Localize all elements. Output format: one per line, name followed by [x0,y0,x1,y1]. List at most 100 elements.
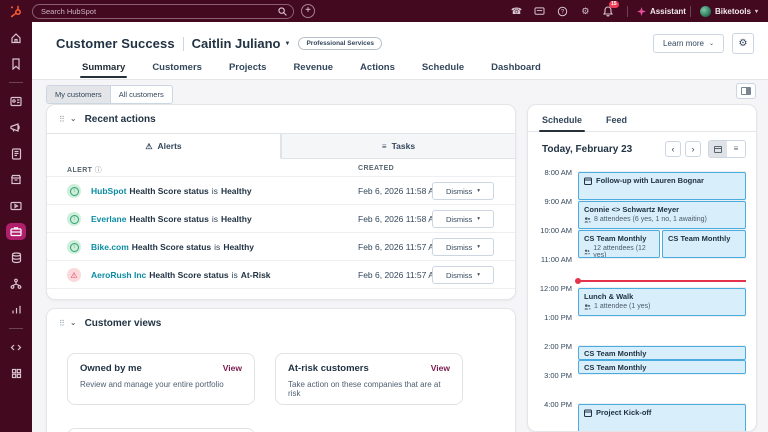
calendar-event[interactable]: Connie <> Schwartz Meyer 8 attendees (6 … [578,201,746,229]
info-icon[interactable]: ⓘ [95,167,102,174]
tab-schedule-panel[interactable]: Schedule [542,115,582,131]
previous-day-button[interactable]: ‹ [665,141,681,157]
calendar-event[interactable]: Lunch & Walk 1 attendee (1 yes) [578,288,746,316]
calendar-view-button[interactable] [709,141,727,157]
global-search[interactable] [32,4,294,19]
dismiss-button[interactable]: Dismiss▾ [432,210,494,228]
dismiss-button[interactable]: Dismiss▾ [432,182,494,200]
create-new-button[interactable]: + [301,4,315,18]
tab-actions[interactable]: Actions [360,62,395,78]
list-view-button[interactable]: ≡ [727,141,745,157]
sparkle-icon [637,7,646,16]
caret-down-icon: ▾ [477,216,480,222]
tab-feed[interactable]: Feed [606,115,627,131]
all-customers-toggle[interactable]: All customers [111,85,173,104]
next-day-button[interactable]: › [685,141,701,157]
sidebar-item-customer-success[interactable] [6,223,26,240]
tab-projects[interactable]: Projects [229,62,267,78]
drag-handle-icon[interactable]: ⠿ [59,319,64,328]
learn-more-button[interactable]: Learn more ⌄ [653,34,724,53]
tab-dashboard[interactable]: Dashboard [491,62,541,78]
drag-handle-icon[interactable]: ⠿ [59,115,64,124]
hubspot-logo-icon[interactable] [0,5,32,18]
schedule-panel-tabs: Schedule Feed [528,105,756,132]
calendar-event[interactable]: Follow-up with Lauren Bognar [578,172,746,200]
view-card-title: At-risk customers [288,363,369,374]
sidebar-collapse-toggle[interactable] [6,339,26,356]
sidebar-divider [9,328,23,329]
col-created: CREATED [358,165,394,172]
tab-summary[interactable]: Summary [82,62,125,78]
recent-actions-card: ⠿ ⌄ Recent actions ⚠ Alerts ≡ Tasks ALER… [46,104,516,300]
dismiss-button[interactable]: Dismiss▾ [432,238,494,256]
my-customers-toggle[interactable]: My customers [46,85,111,104]
company-link[interactable]: AeroRush Inc [91,270,146,280]
calling-icon[interactable]: ☎ [510,5,523,18]
hour-line [578,258,746,259]
calendar-icon [584,409,592,417]
workspace-settings-button[interactable]: ⚙ [732,33,754,54]
sidebar-item-crm[interactable] [6,93,26,110]
sidebar-item-app-grid[interactable] [6,365,26,382]
database-icon [11,252,22,264]
sidebar-item-commerce[interactable] [6,171,26,188]
sidebar-item-content[interactable] [6,145,26,162]
calendar-event[interactable]: Project Kick-off [578,404,746,432]
sidebar-item-home[interactable] [6,29,26,46]
help-icon[interactable]: ? [556,5,569,18]
alert-row: ↑ HubSpotHealth Score statusisHealthy Fe… [47,177,515,205]
team-badge: Professional Services [298,37,382,50]
alerts-table-header: ALERT ⓘ CREATED [47,159,515,177]
caret-down-icon: ▼ [285,41,291,47]
page-title: Customer Success [56,36,175,51]
calendar-event[interactable]: CS Team Monthly [662,230,746,258]
tab-alerts[interactable]: ⚠ Alerts [47,133,281,159]
tab-revenue[interactable]: Revenue [293,62,333,78]
bookmark-icon [11,58,21,70]
company-link[interactable]: HubSpot [91,186,126,196]
search-input[interactable] [41,7,278,16]
workspace-tabs: Summary Customers Projects Revenue Actio… [32,54,768,78]
calendar-event[interactable]: CS Team Monthly 12 attendees (12 yes) [578,230,660,258]
hour-label: 8:00 AM [528,168,572,177]
tab-customers[interactable]: Customers [152,62,202,78]
tab-tasks[interactable]: ≡ Tasks [281,133,515,159]
sidebar-item-marketing[interactable] [6,119,26,136]
calendar-event[interactable]: CS Team Monthly [578,346,746,360]
right-panel-toggle-button[interactable] [736,83,756,99]
day-calendar: 8:00 AM 9:00 AM 10:00 AM 11:00 AM 12:00 … [528,165,756,431]
hour-label: 10:00 AM [528,226,572,235]
company-link[interactable]: Bike.com [91,242,129,252]
marketplace-icon[interactable] [533,5,546,18]
company-link[interactable]: Everlane [91,214,126,224]
chevron-down-icon[interactable]: ⌄ [70,318,77,327]
view-link[interactable]: View [431,363,450,374]
bar-chart-icon [11,304,22,315]
owner-selector[interactable]: Caitlin Juliano ▼ [192,36,291,51]
sidebar-item-automations[interactable] [6,275,26,292]
hour-label: 9:00 AM [528,197,572,206]
section-title: Customer views [85,318,162,329]
sidebar-item-media[interactable] [6,197,26,214]
tab-schedule[interactable]: Schedule [422,62,464,78]
title-divider [183,37,184,51]
account-name: Biketools [715,7,751,16]
caret-down-icon: ▾ [477,188,480,194]
chevron-down-icon[interactable]: ⌄ [70,114,77,123]
storefront-icon [10,174,22,185]
calendar-event[interactable]: CS Team Monthly [578,360,746,374]
topbar-divider [690,6,691,17]
assistant-button[interactable]: Assistant [637,7,686,16]
notifications-icon[interactable]: 15 [602,5,615,18]
settings-icon[interactable]: ⚙ [579,5,592,18]
created-timestamp: Feb 6, 2026 11:58 AM [358,205,441,233]
sidebar-item-bookmarks[interactable] [6,55,26,72]
hour-line [578,316,746,317]
sidebar-item-reporting[interactable] [6,301,26,318]
account-menu[interactable]: Biketools ▾ [700,6,758,17]
view-link[interactable]: View [223,363,242,374]
sidebar-item-data[interactable] [6,249,26,266]
created-timestamp: Feb 6, 2026 11:57 AM [358,233,441,261]
dismiss-button[interactable]: Dismiss▾ [432,266,494,284]
col-alert: ALERT [67,167,92,174]
